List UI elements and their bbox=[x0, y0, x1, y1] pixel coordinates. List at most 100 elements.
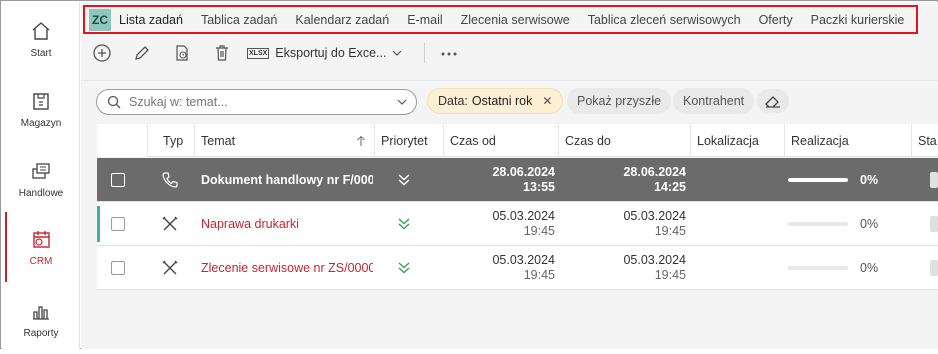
crm-calendar-icon bbox=[30, 228, 52, 250]
document-clock-icon bbox=[176, 45, 188, 61]
row-checkbox[interactable] bbox=[111, 261, 125, 275]
more-dots-icon bbox=[441, 52, 457, 56]
status-indicator bbox=[930, 216, 938, 232]
sidebar-item-magazyn[interactable]: Magazyn bbox=[2, 74, 80, 144]
table-row[interactable]: Dokument handlowy nr F/00002 28.06.2024 … bbox=[97, 158, 938, 202]
more-options-button[interactable] bbox=[441, 44, 457, 62]
chevron-down-icon bbox=[393, 50, 402, 56]
time-from: 28.06.2024 13:55 bbox=[443, 158, 555, 202]
col-header-time-to[interactable]: Czas do bbox=[558, 124, 690, 157]
progress-bar bbox=[788, 222, 848, 226]
to-date: 28.06.2024 bbox=[623, 165, 686, 179]
chevron-down-icon[interactable] bbox=[396, 96, 408, 108]
time-from: 05.03.2024 19:45 bbox=[443, 246, 555, 290]
empty-area bbox=[81, 292, 938, 349]
xlsx-icon: XLSX bbox=[247, 47, 270, 59]
sidebar-item-raporty[interactable]: Raporty bbox=[2, 284, 80, 354]
progress-value: 0% bbox=[860, 173, 879, 187]
tab-oferty[interactable]: Oferty bbox=[750, 13, 802, 27]
to-time: 19:45 bbox=[654, 268, 686, 282]
row-subject[interactable]: Dokument handlowy nr F/00002 bbox=[201, 158, 373, 202]
from-date: 05.03.2024 bbox=[492, 253, 555, 267]
pencil-icon bbox=[135, 46, 149, 60]
time-to: 05.03.2024 19:45 bbox=[558, 202, 686, 246]
from-time: 13:55 bbox=[523, 180, 555, 194]
progress-value: 0% bbox=[860, 217, 879, 231]
sidebar-item-start[interactable]: Start bbox=[2, 4, 80, 74]
select-all-column bbox=[97, 124, 147, 157]
col-header-priority[interactable]: Priorytet bbox=[374, 124, 443, 157]
search-input[interactable] bbox=[129, 95, 379, 109]
tools-icon bbox=[161, 202, 181, 246]
tab-e-mail[interactable]: E-mail bbox=[398, 13, 451, 27]
export-excel-button[interactable]: XLSX Eksportuj do Exce... bbox=[247, 46, 402, 60]
show-future-button[interactable]: Pokaż przyszłe bbox=[567, 88, 672, 114]
col-header-subject[interactable]: Temat bbox=[194, 124, 374, 157]
reports-icon bbox=[30, 300, 52, 322]
tools-icon bbox=[161, 246, 181, 290]
tab-lista-zadan[interactable]: Lista zadań bbox=[111, 13, 192, 27]
sidebar-item-label: Raporty bbox=[23, 327, 59, 339]
sidebar-item-handlowe[interactable]: Handlowe bbox=[2, 144, 80, 214]
from-date: 05.03.2024 bbox=[492, 209, 555, 223]
time-from: 05.03.2024 19:45 bbox=[443, 202, 555, 246]
search-box bbox=[96, 89, 417, 115]
to-date: 05.03.2024 bbox=[623, 253, 686, 267]
progress-bar bbox=[788, 178, 848, 182]
tab-kalendarz-zadan[interactable]: Kalendarz zadań bbox=[286, 13, 398, 27]
app-frame: Start Magazyn Handlowe CRM Raporty ZC Li… bbox=[0, 0, 938, 349]
progress-cell: 0% bbox=[788, 202, 908, 246]
progress-value: 0% bbox=[860, 261, 879, 275]
col-header-type[interactable]: Typ bbox=[147, 124, 194, 157]
trade-icon bbox=[30, 160, 52, 182]
history-button[interactable] bbox=[171, 42, 193, 64]
row-checkbox[interactable] bbox=[111, 217, 125, 231]
main-area: ZC Lista zadań Tablica zadań Kalendarz z… bbox=[81, 2, 938, 349]
sidebar-item-label: Magazyn bbox=[20, 117, 62, 129]
tab-zlecenia-serwisowe[interactable]: Zlecenia serwisowe bbox=[452, 13, 579, 27]
sidebar-item-label: Handlowe bbox=[18, 187, 64, 199]
home-icon bbox=[30, 20, 52, 42]
date-filter-chip[interactable]: Data: Ostatni rok ✕ bbox=[427, 88, 564, 114]
col-header-status[interactable]: Sta bbox=[911, 124, 938, 157]
toolbar: XLSX Eksportuj do Exce... bbox=[81, 37, 938, 69]
tab-tablica-zlecen-serwisowych[interactable]: Tablica zleceń serwisowych bbox=[579, 13, 750, 27]
progress-cell: 0% bbox=[788, 246, 908, 290]
plus-circle-icon bbox=[93, 44, 111, 62]
time-to: 05.03.2024 19:45 bbox=[558, 246, 686, 290]
tab-paczki-kurierskie[interactable]: Paczki kurierskie bbox=[802, 13, 914, 27]
col-header-progress[interactable]: Realizacja bbox=[784, 124, 911, 157]
filter-bar: Data: Ostatni rok ✕ Pokaż przyszłe Kontr… bbox=[81, 80, 938, 120]
progress-cell: 0% bbox=[788, 158, 908, 202]
row-checkbox[interactable] bbox=[111, 173, 125, 187]
tab-tablica-zadan[interactable]: Tablica zadań bbox=[192, 13, 286, 27]
sidebar-item-crm[interactable]: CRM bbox=[2, 212, 80, 282]
close-icon[interactable]: ✕ bbox=[542, 94, 552, 108]
table-row[interactable]: Zlecenie serwisowe nr ZS/0000( 05.03.202… bbox=[97, 246, 938, 290]
delete-button[interactable] bbox=[211, 42, 233, 64]
col-header-location[interactable]: Lokalizacja bbox=[690, 124, 784, 157]
priority-icon bbox=[397, 158, 417, 202]
sidebar-item-label: Start bbox=[30, 47, 52, 59]
trash-icon bbox=[216, 45, 228, 61]
warehouse-icon bbox=[30, 90, 52, 112]
task-table: Typ Temat Priorytet Czas od Czas do Loka… bbox=[97, 124, 938, 292]
edit-button[interactable] bbox=[131, 42, 153, 64]
date-filter-value: Ostatni rok bbox=[471, 94, 533, 108]
table-row[interactable]: Naprawa drukarki 05.03.2024 19:45 05.03.… bbox=[97, 202, 938, 246]
sort-up-icon bbox=[357, 135, 365, 146]
contractor-filter-button[interactable]: Kontrahent bbox=[673, 88, 755, 114]
priority-low-icon bbox=[397, 202, 417, 246]
to-time: 19:45 bbox=[654, 224, 686, 238]
toolbar-divider bbox=[424, 43, 426, 63]
phone-icon bbox=[161, 158, 181, 202]
sidebar: Start Magazyn Handlowe CRM Raporty bbox=[2, 2, 80, 349]
row-subject[interactable]: Zlecenie serwisowe nr ZS/0000( bbox=[201, 246, 373, 290]
row-subject[interactable]: Naprawa drukarki bbox=[201, 202, 373, 246]
add-button[interactable] bbox=[91, 42, 113, 64]
clear-filters-button[interactable] bbox=[757, 89, 789, 113]
eraser-icon bbox=[765, 96, 780, 108]
sidebar-item-label: CRM bbox=[29, 255, 53, 267]
export-label: Eksportuj do Exce... bbox=[275, 46, 387, 60]
col-header-time-from[interactable]: Czas od bbox=[443, 124, 558, 157]
